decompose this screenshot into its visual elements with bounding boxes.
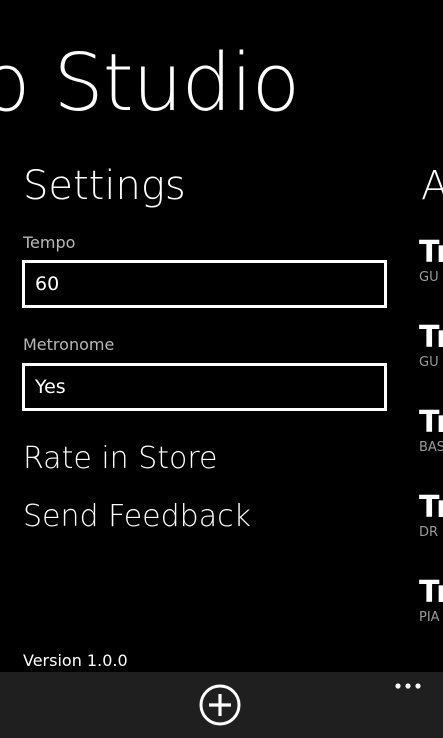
tempo-field[interactable]: 60 [22, 260, 387, 308]
track-name: Tr [419, 490, 443, 525]
tempo-value: 60 [35, 273, 60, 295]
tempo-label: Tempo [23, 233, 76, 252]
metronome-value: Yes [35, 376, 66, 398]
track-instrument: GU [419, 270, 439, 285]
track-name: Tr [419, 575, 443, 610]
track-instrument: BAS [419, 440, 443, 455]
settings-header: Settings [23, 163, 186, 209]
track-name: Tr [419, 235, 443, 270]
track-instrument: PIA [419, 610, 440, 625]
more-ellipsis-icon [395, 683, 421, 689]
rate-in-store-link[interactable]: Rate in Store [23, 441, 218, 476]
app-bar [0, 672, 443, 738]
track-item[interactable]: Tr PIA [419, 575, 443, 626]
metronome-picker[interactable]: Yes [22, 363, 387, 411]
track-item[interactable]: Tr BAS [419, 405, 443, 456]
track-item[interactable]: Tr DR [419, 490, 443, 541]
add-circle-icon [199, 684, 241, 726]
track-name: Tr [419, 405, 443, 440]
track-name: Tr [419, 320, 443, 355]
track-item[interactable]: Tr GU [419, 320, 443, 371]
add-button[interactable] [199, 684, 241, 726]
tracks-header: A [421, 163, 443, 209]
more-button[interactable] [394, 678, 424, 694]
send-feedback-link[interactable]: Send Feedback [23, 499, 251, 534]
version-text: Version 1.0.0 [23, 651, 128, 670]
app-title: o Studio [0, 37, 300, 129]
metronome-label: Metronome [23, 335, 115, 354]
track-item[interactable]: Tr GU [419, 235, 443, 286]
track-instrument: DR [419, 525, 439, 540]
track-instrument: GU [419, 355, 439, 370]
screen: o Studio Settings Tempo 60 Metronome Yes… [0, 0, 443, 738]
